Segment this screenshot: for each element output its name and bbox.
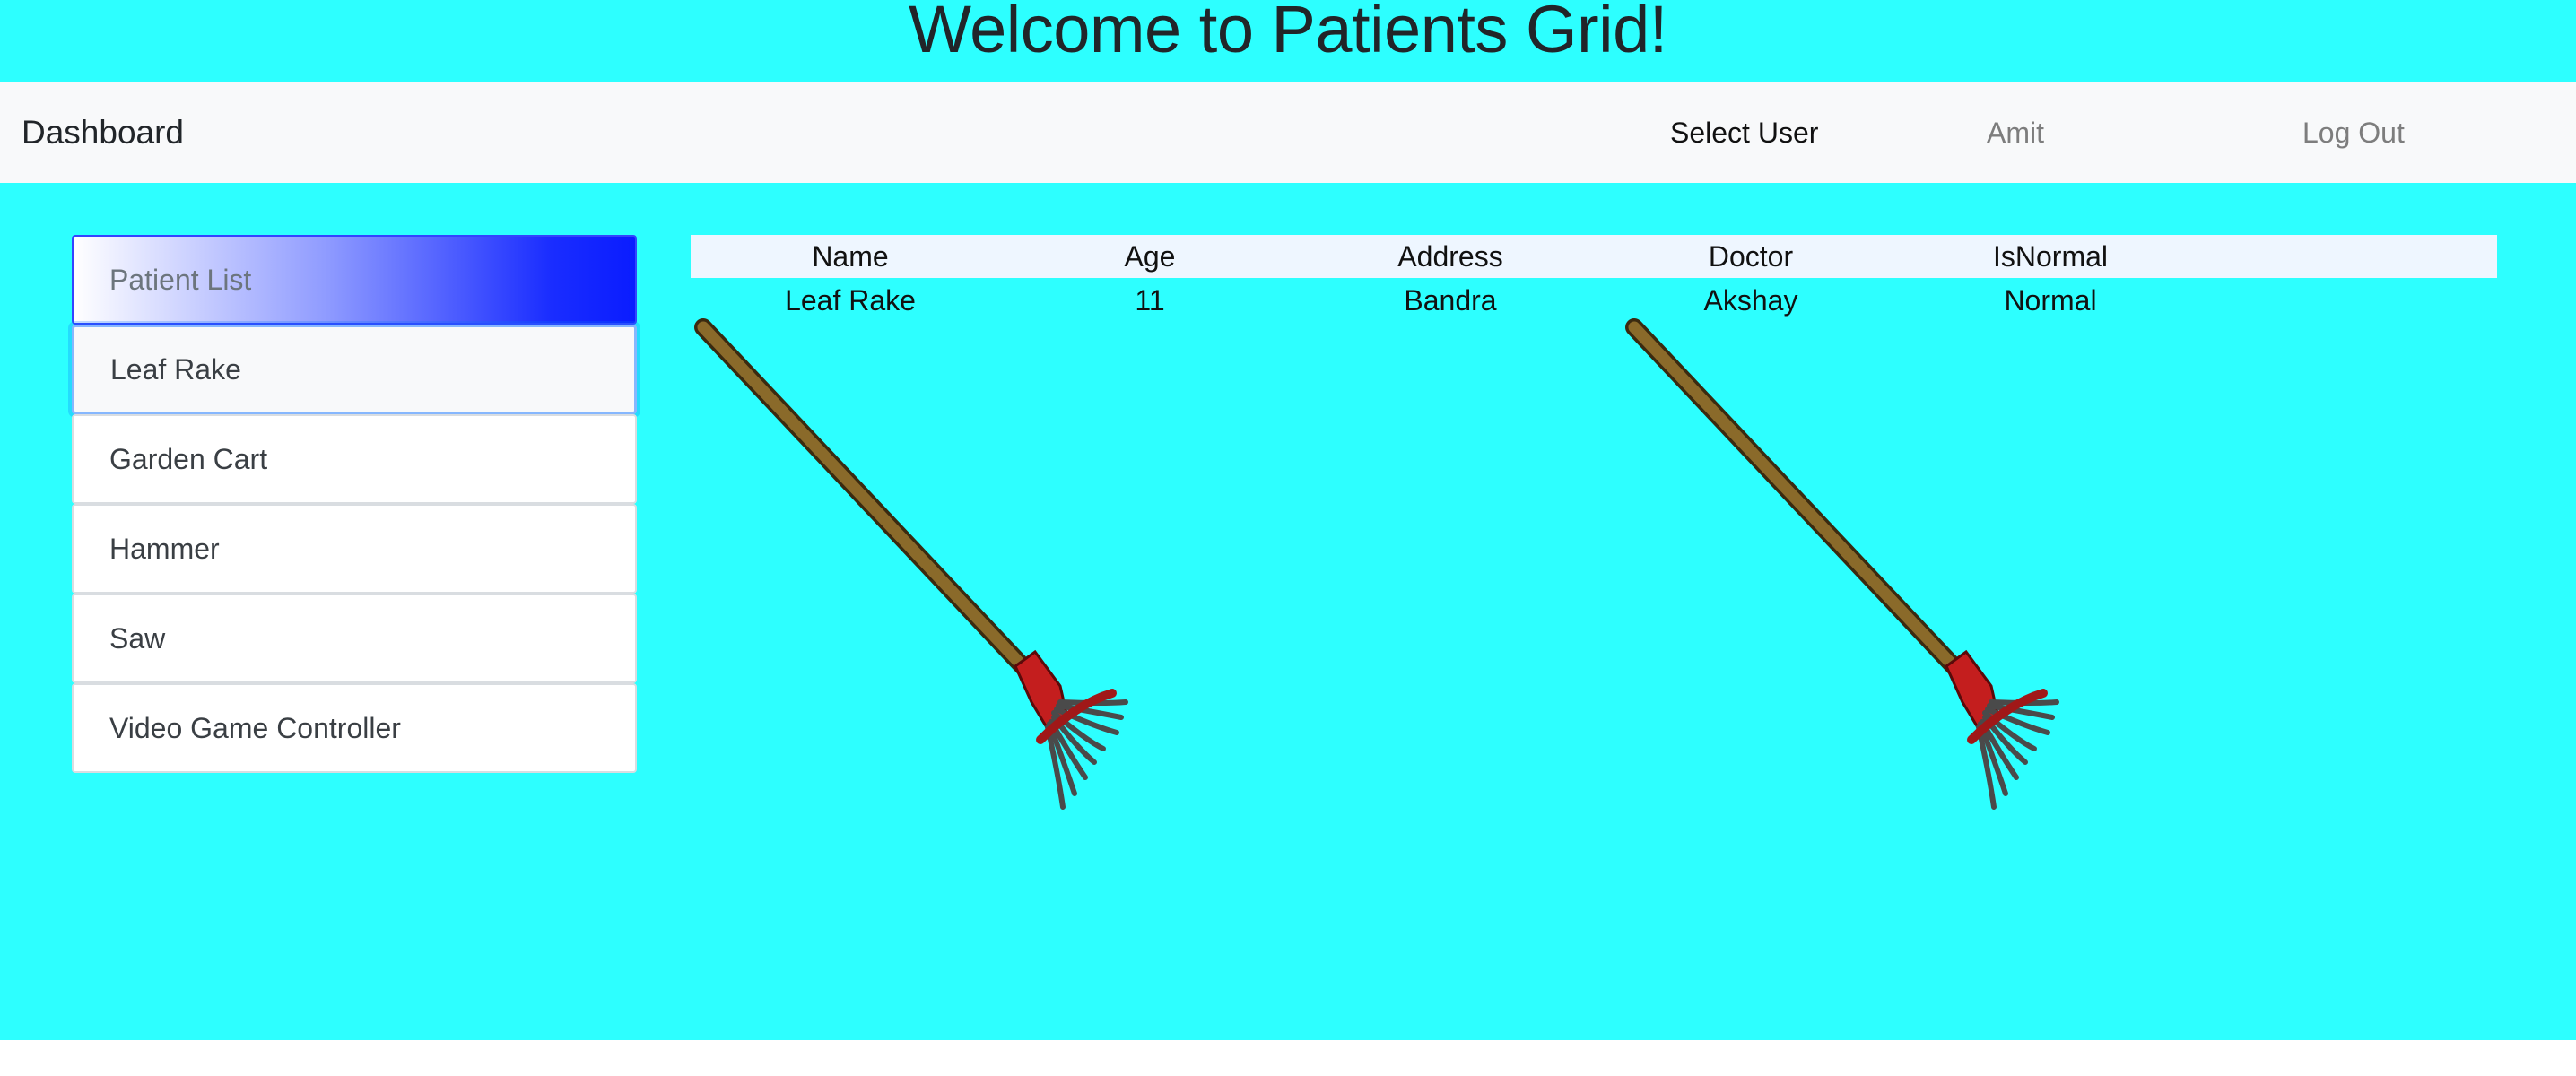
- leaf-rake-icon: [1625, 318, 2059, 810]
- grid-header-row: Name Age Address Doctor IsNormal: [691, 235, 2497, 278]
- list-item-hammer[interactable]: Hammer: [72, 504, 637, 594]
- navbar: Dashboard Select User Amit Log Out: [0, 82, 2576, 183]
- cell-age: 11: [1135, 283, 1165, 317]
- page-title: Welcome to Patients Grid!: [909, 0, 1667, 66]
- column-header-isnormal[interactable]: IsNormal: [1943, 235, 2158, 278]
- list-item-video-game-controller[interactable]: Video Game Controller: [72, 683, 637, 773]
- cell-address: Bandra: [1404, 283, 1497, 317]
- table-row[interactable]: Leaf Rake 11 Bandra Akshay Normal: [691, 278, 2497, 323]
- cell-isnormal: Normal: [2004, 283, 2097, 317]
- select-user-label[interactable]: Select User: [1670, 82, 1818, 183]
- nav-brand-dashboard[interactable]: Dashboard: [22, 82, 184, 183]
- list-item-saw[interactable]: Saw: [72, 594, 637, 683]
- patient-list-header: Patient List: [72, 235, 637, 325]
- column-header-name[interactable]: Name: [743, 235, 958, 278]
- nav-user-amit[interactable]: Amit: [1987, 82, 2044, 183]
- patient-list: Patient List Leaf Rake Garden Cart Hamme…: [72, 235, 637, 773]
- list-item-leaf-rake[interactable]: Leaf Rake: [72, 325, 637, 414]
- patients-grid: Name Age Address Doctor IsNormal Leaf Ra…: [691, 235, 2497, 323]
- leaf-rake-icon: [694, 318, 1128, 810]
- list-item-garden-cart[interactable]: Garden Cart: [72, 414, 637, 504]
- column-header-age[interactable]: Age: [1042, 235, 1258, 278]
- cell-name: Leaf Rake: [785, 283, 916, 317]
- cell-doctor: Akshay: [1703, 283, 1798, 317]
- logout-link[interactable]: Log Out: [2302, 82, 2405, 183]
- column-header-address[interactable]: Address: [1343, 235, 1558, 278]
- column-header-doctor[interactable]: Doctor: [1643, 235, 1858, 278]
